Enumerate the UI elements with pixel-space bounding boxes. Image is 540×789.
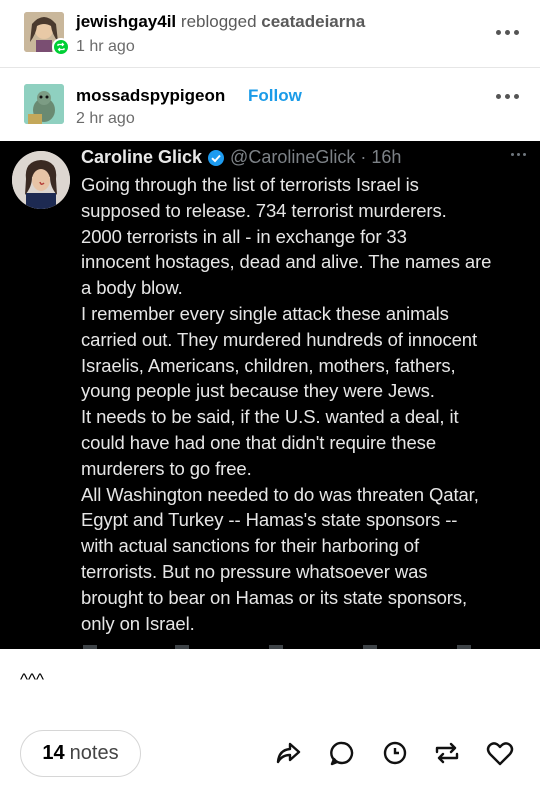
tweet-author-name: Caroline Glick <box>81 147 203 167</box>
tweet-header: Caroline Glick @CarolineGlick · 16h <box>81 147 401 168</box>
post-caption: ^^^ <box>20 670 44 689</box>
notes-count: 14 <box>42 742 65 764</box>
more-options-icon[interactable] <box>492 86 522 106</box>
verified-badge-icon <box>208 149 225 166</box>
notes-label: notes <box>69 742 119 764</box>
tweet-line: could have had one that didn't require t… <box>81 431 437 453</box>
post-time[interactable]: 2 hr ago <box>76 110 135 128</box>
post-header: mossadspypigeon Follow 2 hr ago <box>0 70 540 140</box>
reblog-action-icon[interactable] <box>431 737 463 769</box>
tweet-screenshot[interactable]: Caroline Glick @CarolineGlick · 16h Goin… <box>0 141 540 649</box>
more-options-icon <box>511 153 526 156</box>
tweet-line: All Washington needed to do was threaten… <box>81 483 479 505</box>
tweet-line: Egypt and Turkey -- Hamas's state sponso… <box>81 509 458 531</box>
tweet-line: terrorists. But no pressure whatsoever w… <box>81 560 428 582</box>
notes-button[interactable]: 14 notes <box>20 730 141 777</box>
reblog-source[interactable]: ceatadeiarna <box>261 12 365 31</box>
reblog-verb: reblogged <box>180 12 257 31</box>
tweet-text: Going through the list of terrorists Isr… <box>81 172 533 636</box>
reblog-icon <box>52 38 70 56</box>
tweet-handle-time: @CarolineGlick · 16h <box>230 147 402 167</box>
tweet-action-bar <box>83 645 471 649</box>
follow-button[interactable]: Follow <box>248 86 302 106</box>
tweet-line: murderers to go free. <box>81 457 252 479</box>
reblog-time[interactable]: 1 hr ago <box>76 38 135 56</box>
post-author[interactable]: mossadspypigeon <box>76 86 225 106</box>
tweet-line: young people just because they were Jews… <box>81 380 435 402</box>
reblogger-username[interactable]: jewishgay4il <box>76 12 176 31</box>
tweet-line: brought to bear on Hamas or its state sp… <box>81 586 468 608</box>
tweet-line: supposed to release. 734 terrorist murde… <box>81 199 447 221</box>
share-icon[interactable] <box>272 737 304 769</box>
tweet-line: Israelis, Americans, children, mothers, … <box>81 354 456 376</box>
avatar[interactable] <box>24 84 64 124</box>
tweet-line: 2000 terrorists in all - in exchange for… <box>81 225 407 247</box>
tweet-line: I remember every single attack these ani… <box>81 302 449 324</box>
tweet-line: innocent hostages, dead and alive. The n… <box>81 251 492 273</box>
tweet-line: carried out. They murdered hundreds of i… <box>81 328 478 350</box>
tweet-line: a body blow. <box>81 277 183 299</box>
more-options-icon[interactable] <box>492 22 522 42</box>
tweet-line: with actual sanctions for their harborin… <box>81 535 420 557</box>
like-icon[interactable] <box>484 737 516 769</box>
tweet-avatar <box>12 151 70 209</box>
tweet-line: only on Israel. <box>81 612 195 634</box>
clock-icon[interactable] <box>379 737 411 769</box>
tweet-line: It needs to be said, if the U.S. wanted … <box>81 406 459 428</box>
reblog-line: jewishgay4il reblogged ceatadeiarna <box>76 12 365 32</box>
tweet-line: Going through the list of terrorists Isr… <box>81 174 419 195</box>
reblog-header: jewishgay4il reblogged ceatadeiarna 1 hr… <box>0 0 540 68</box>
reply-icon[interactable] <box>326 737 358 769</box>
